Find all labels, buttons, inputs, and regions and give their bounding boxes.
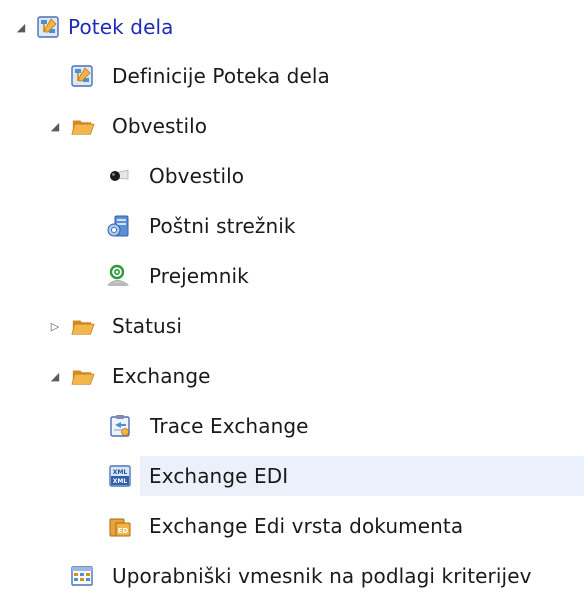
tree-node-postni-streznik[interactable]: Poštni strežnik — [0, 206, 584, 246]
document-type-icon: ED — [108, 514, 132, 538]
tree-node-label: Obvestilo — [112, 114, 208, 138]
svg-text:XML: XML — [113, 469, 128, 476]
folder-icon — [71, 364, 95, 388]
tree-node-label: Statusi — [112, 314, 182, 338]
tree-node-exchange-edi-vrsta-dokumenta[interactable]: ED Exchange Edi vrsta dokumenta — [0, 506, 584, 546]
tree-node-label: Uporabniški vmesnik na podlagi kriterije… — [112, 564, 532, 588]
tree-node-label: Poštni strežnik — [149, 214, 296, 238]
tree-node-obvestilo-folder[interactable]: ◢ Obvestilo — [0, 106, 584, 146]
folder-icon — [71, 114, 95, 138]
tree-node-label: Exchange — [112, 364, 211, 388]
collapsed-arrow-icon[interactable]: ▷ — [48, 319, 62, 333]
expanded-arrow-icon[interactable]: ◢ — [48, 119, 62, 133]
tree-node-label: Definicije Poteka dela — [112, 64, 330, 88]
svg-text:XML: XML — [113, 478, 128, 485]
expanded-arrow-icon[interactable]: ◢ — [48, 369, 62, 383]
xml-document-icon: XML XML — [108, 464, 132, 488]
tree-node-statusi-folder[interactable]: ▷ Statusi — [0, 306, 584, 346]
notification-icon — [106, 164, 130, 188]
mail-server-icon — [106, 214, 130, 238]
folder-icon — [71, 314, 95, 338]
expanded-arrow-icon[interactable]: ◢ — [14, 20, 28, 34]
tree-node-exchange-edi-content[interactable]: XML XML Exchange EDI — [0, 456, 584, 496]
tree-node-label: Obvestilo — [149, 164, 245, 188]
grid-ui-icon — [70, 564, 94, 588]
tree-node-label: Trace Exchange — [150, 414, 309, 438]
workflow-icon — [36, 15, 60, 39]
tree-node-trace-exchange[interactable]: Trace Exchange — [0, 406, 584, 446]
trace-exchange-icon — [108, 414, 132, 438]
tree-node-definicije-poteka-dela[interactable]: Definicije Poteka dela — [0, 56, 584, 96]
tree-node-label: Prejemnik — [149, 264, 249, 288]
recipient-icon — [106, 264, 130, 288]
tree-node-uporabniski-vmesnik[interactable]: Uporabniški vmesnik na podlagi kriterije… — [0, 556, 584, 592]
tree-node-label: Potek dela — [68, 15, 174, 39]
workflow-definition-icon — [70, 64, 94, 88]
tree-node-exchange-folder[interactable]: ◢ Exchange — [0, 356, 584, 396]
tree-node-prejemnik[interactable]: Prejemnik — [0, 256, 584, 296]
tree-node-potek-dela[interactable]: ◢ Potek dela — [0, 7, 584, 47]
svg-text:ED: ED — [118, 527, 129, 535]
workflow-tree: ◢ Potek dela Definicije Poteka dela ◢ Ob… — [0, 0, 584, 592]
tree-node-label: Exchange Edi vrsta dokumenta — [149, 514, 464, 538]
tree-node-label: Exchange EDI — [149, 464, 289, 488]
tree-node-obvestilo[interactable]: Obvestilo — [0, 156, 584, 196]
